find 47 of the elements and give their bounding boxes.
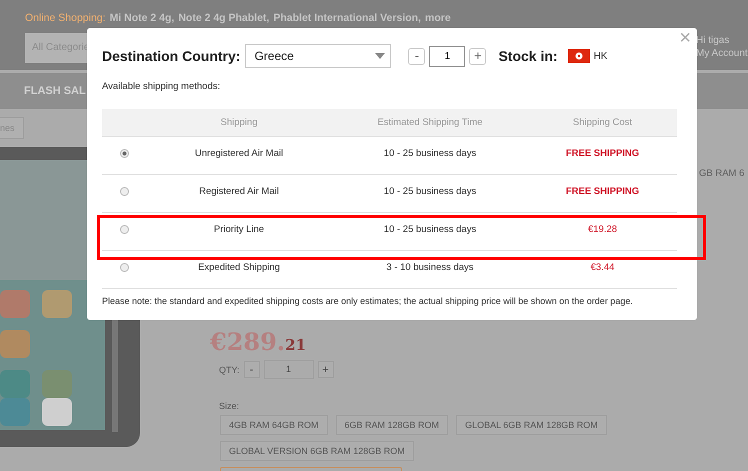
radio-button[interactable] (120, 225, 128, 234)
nav-item[interactable]: FLASH SAL (24, 85, 86, 97)
table-cell-text: €3.44 (590, 262, 616, 275)
quantity-field[interactable]: 1 (429, 46, 466, 66)
flag-icon (568, 49, 590, 63)
promo-link[interactable]: Note 2 4g Phablet, (178, 12, 270, 24)
table-cell-text: Unregistered Air Mail (194, 148, 284, 161)
table-cell-text: Expedited Shipping (197, 262, 281, 275)
size-option[interactable]: 6GB RAM 128GB ROM (336, 415, 448, 435)
plus-button[interactable]: + (318, 361, 334, 378)
column-header: Shipping (220, 117, 258, 128)
qty-label: QTY: (219, 364, 240, 374)
stock-location: HK (594, 50, 608, 62)
note-text: Please note: the standard and expedited shipping costs are only estimates; the actual shipping price will be shown on the order page. (102, 296, 634, 306)
size-option[interactable]: 4GB RAM 64GB ROM (220, 415, 328, 435)
plus-button[interactable]: + (469, 48, 486, 64)
caret-icon (375, 53, 386, 59)
stock-label: Stock in: (498, 48, 558, 64)
table-cell-text: FREE SHIPPING (564, 148, 640, 161)
minus-button[interactable]: - (408, 48, 426, 64)
promo-link[interactable]: Mi Note 2 4g, (110, 12, 174, 24)
promo-link[interactable]: Phablet International Version, (273, 12, 421, 24)
minus-button[interactable]: - (244, 361, 260, 378)
promo-link[interactable]: more (424, 12, 451, 24)
table-cell-text: Registered Air Mail (198, 186, 280, 199)
radio-button[interactable] (120, 187, 128, 196)
table-cell-text: FREE SHIPPING (564, 186, 640, 199)
greeting-text: Hi tigas (696, 34, 730, 47)
product-title: GB RAM 6 (699, 168, 746, 179)
table-cell-text: 10 - 25 business days (382, 148, 478, 161)
quantity-field[interactable]: 1 (264, 360, 314, 379)
table-cell-text: 10 - 25 business days (382, 224, 478, 237)
table-cell-text: 10 - 25 business days (382, 186, 478, 199)
column-header: Shipping Cost (572, 117, 634, 128)
table-cell-text: 3 - 10 business days (385, 262, 475, 275)
column-header: Estimated Shipping Time (376, 117, 484, 128)
account-link[interactable]: My Account (696, 47, 748, 60)
size-option[interactable]: GLOBAL 6GB RAM 128GB ROM (456, 415, 607, 435)
radio-button[interactable] (120, 149, 128, 158)
promo-label: Online Shopping: (25, 12, 106, 24)
table-cell-text: €19.28 (586, 224, 618, 237)
radio-button[interactable] (120, 263, 128, 272)
table-cell-text: Priority Line (212, 224, 266, 237)
methods-label: Available shipping methods: (102, 81, 222, 92)
country-select[interactable]: Greece (245, 44, 392, 68)
size-option[interactable]: GLOBAL VERSION 6GB RAM 128GB ROM (220, 441, 414, 461)
size-label: Size: (219, 401, 240, 411)
